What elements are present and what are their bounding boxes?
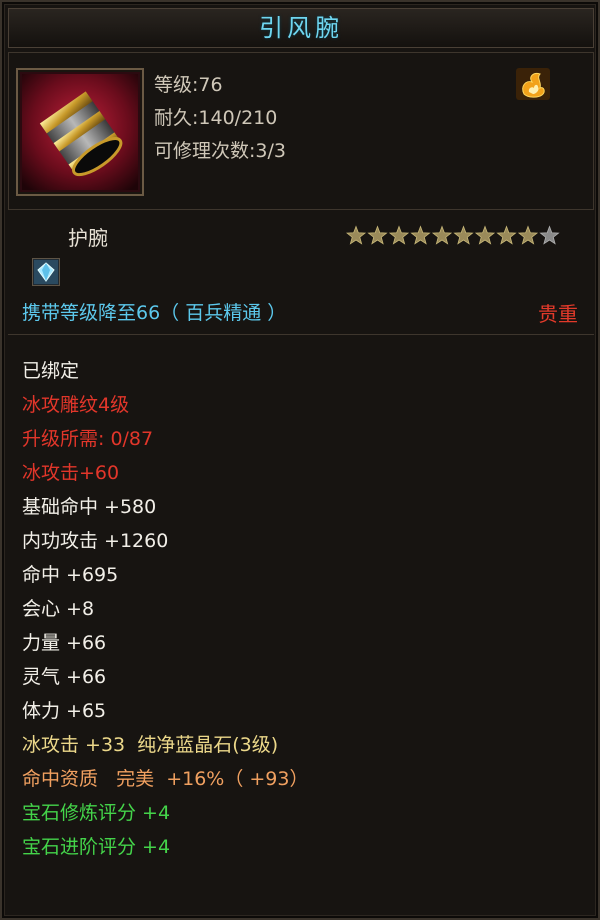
attribute-list	[8, 334, 594, 915]
strength-line: 力量 +66	[22, 632, 107, 654]
item-tooltip: 引风腕 等级:76 耐久:140/210 可修理次数:3/3 护腕 携带等级降至…	[0, 0, 600, 920]
bound-status: 已绑定	[22, 360, 80, 382]
star-filled-icon	[388, 225, 410, 245]
star-rating	[346, 225, 560, 245]
gem-bonus-line: 冰攻击 +33 纯净蓝晶石(3级)	[22, 734, 279, 756]
item-title: 引风腕	[8, 8, 594, 48]
star-empty-icon	[539, 225, 560, 245]
star-filled-icon	[367, 225, 388, 245]
item-type: 护腕	[68, 226, 108, 250]
item-level: 等级:76	[154, 74, 223, 96]
gem-slot-icon[interactable]	[32, 258, 60, 286]
star-filled-icon	[517, 225, 539, 245]
carry-level-reduction: 携带等级降至66（ 百兵精通 ）	[22, 302, 287, 324]
star-filled-icon	[410, 225, 431, 245]
item-durability: 耐久:140/210	[154, 107, 278, 129]
star-filled-icon	[431, 225, 453, 245]
bracer-icon	[22, 74, 138, 190]
inner-attack-line: 内功攻击 +1260	[22, 530, 169, 552]
star-filled-icon	[453, 225, 474, 245]
star-filled-icon	[496, 225, 517, 245]
stamina-line: 体力 +65	[22, 700, 107, 722]
gem-refine-score: 宝石修炼评分 +4	[22, 802, 171, 824]
item-repair-count: 可修理次数:3/3	[154, 140, 286, 162]
upgrade-line: 升级所需: 0/87	[22, 428, 154, 450]
ice-attack-line: 冰攻击+60	[22, 462, 120, 484]
star-filled-icon	[346, 225, 367, 245]
aptitude-line: 命中资质 完美 +16%（ +93）	[22, 768, 309, 790]
flame-icon	[516, 68, 550, 100]
crit-line: 会心 +8	[22, 598, 95, 620]
gem-advance-score: 宝石进阶评分 +4	[22, 836, 171, 858]
item-icon-frame[interactable]	[16, 68, 144, 196]
star-filled-icon	[474, 225, 496, 245]
base-hit-line: 基础命中 +580	[22, 496, 157, 518]
engrave-line: 冰攻雕纹4级	[22, 394, 130, 416]
hit-line: 命中 +695	[22, 564, 119, 586]
spirit-line: 灵气 +66	[22, 666, 107, 688]
quality-label: 贵重	[538, 302, 578, 326]
